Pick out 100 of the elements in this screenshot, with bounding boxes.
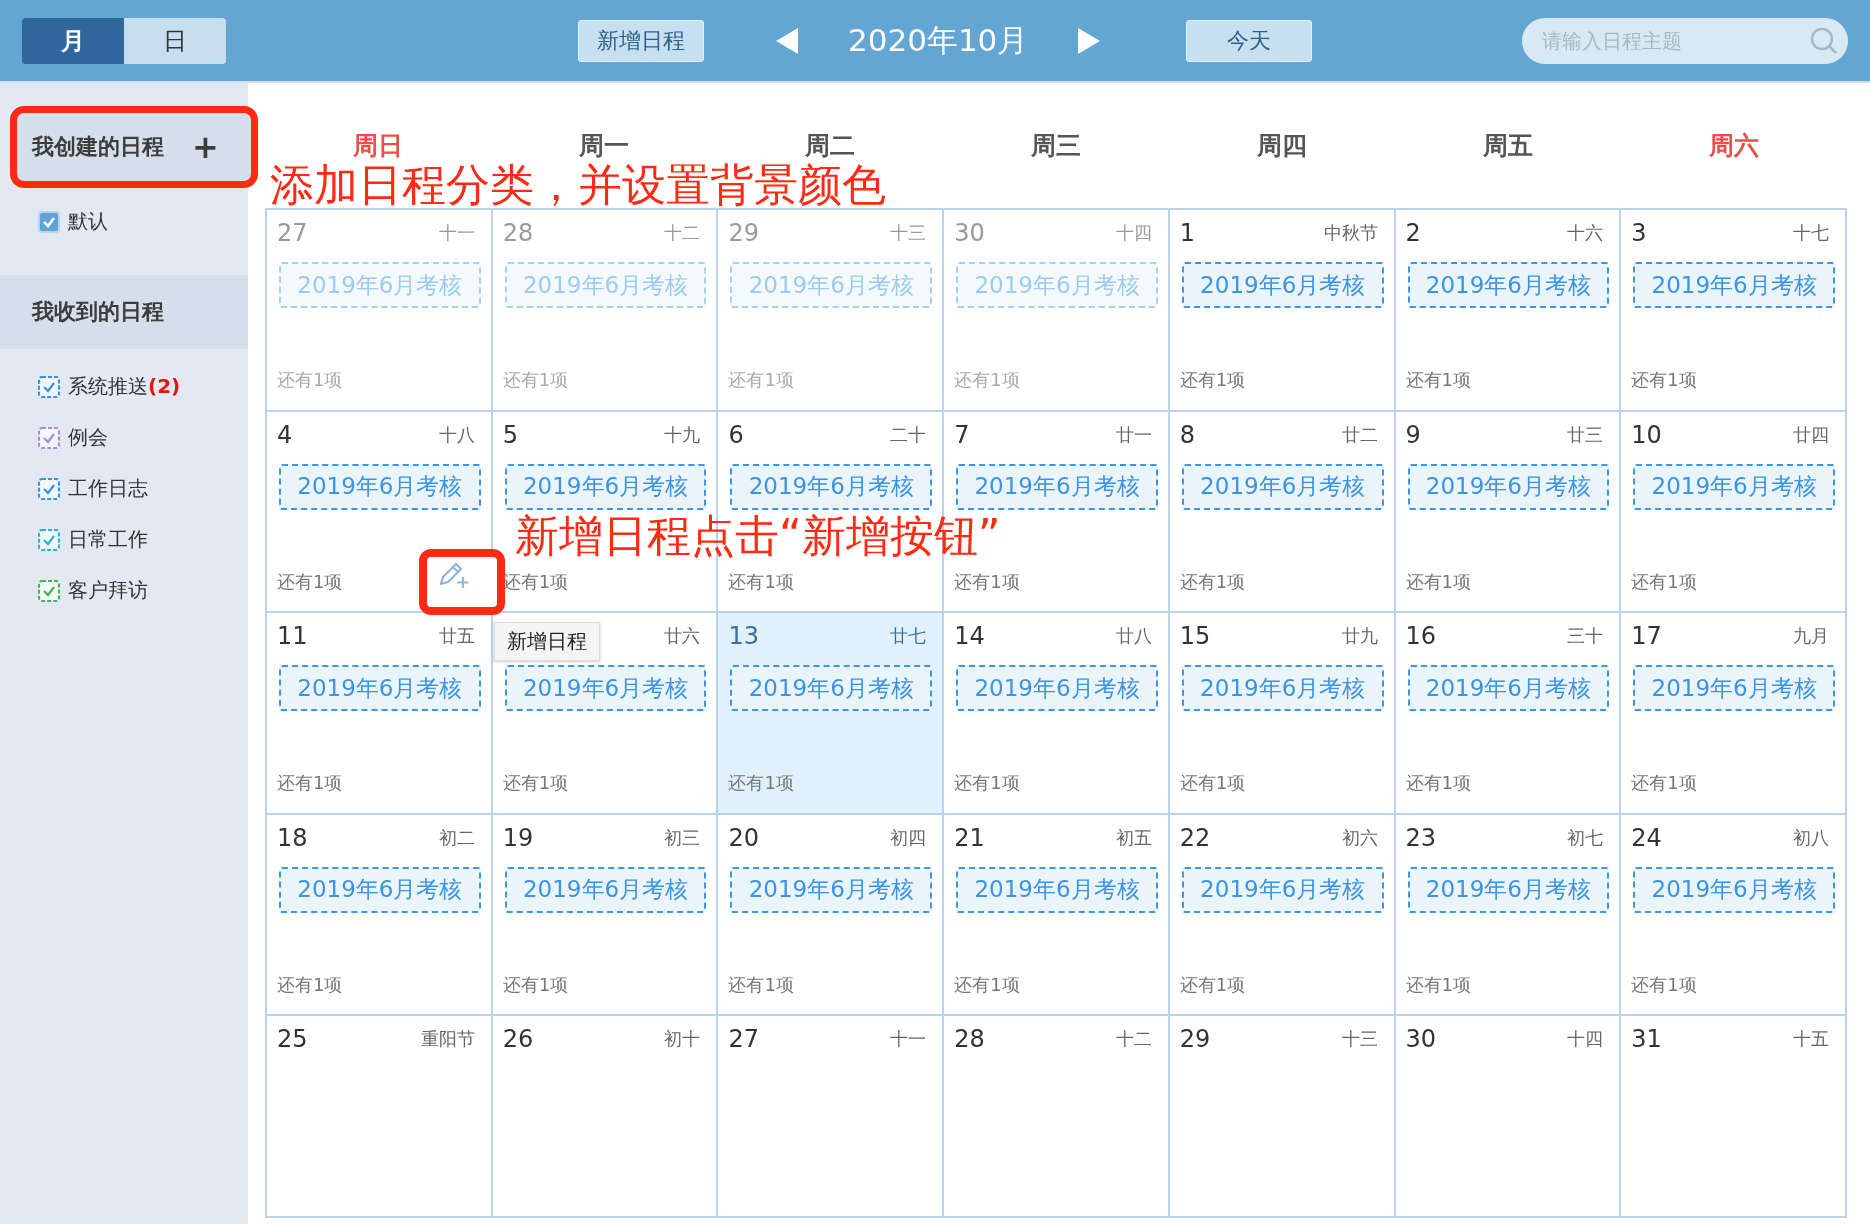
event-chip[interactable]: 2019年6月考核 xyxy=(730,866,933,913)
event-chip[interactable]: 2019年6月考核 xyxy=(279,665,481,712)
category-label[interactable]: 系统推送(2) xyxy=(68,373,181,400)
more-link[interactable]: 还有1项 xyxy=(728,771,794,796)
more-link[interactable]: 还有1项 xyxy=(1179,569,1246,594)
more-link[interactable]: 还有1项 xyxy=(1631,368,1697,392)
checkbox[interactable] xyxy=(38,579,60,602)
lunar-date: 三十 xyxy=(1567,624,1605,649)
pencil-plus-icon[interactable] xyxy=(437,560,471,590)
previous-icon[interactable] xyxy=(776,27,798,54)
view-tab[interactable]: 月 xyxy=(22,17,124,64)
checkbox[interactable] xyxy=(38,528,60,551)
event-chip[interactable]: 2019年6月考核 xyxy=(956,665,1158,712)
checkbox[interactable] xyxy=(38,477,60,500)
day-number: 31 xyxy=(1631,1025,1662,1054)
day-number: 9 xyxy=(1405,420,1421,449)
event-chip[interactable]: 2019年6月考核 xyxy=(1181,665,1384,712)
day-number: 4 xyxy=(277,420,293,449)
lunar-date: 初四 xyxy=(890,825,928,850)
more-link[interactable]: 还有1项 xyxy=(277,569,343,594)
more-link[interactable]: 还有1项 xyxy=(1405,771,1471,796)
checkbox[interactable] xyxy=(38,426,60,449)
more-link[interactable]: 还有1项 xyxy=(954,972,1020,997)
day-number: 19 xyxy=(502,823,534,852)
event-chip[interactable]: 2019年6月考核 xyxy=(504,866,707,913)
more-link[interactable]: 还有1项 xyxy=(1631,569,1697,594)
day-number: 8 xyxy=(1179,420,1196,449)
event-chip[interactable]: 2019年6月考核 xyxy=(504,665,707,712)
more-link[interactable]: 还有1项 xyxy=(1631,771,1697,796)
category-label[interactable]: 默认 xyxy=(68,208,108,235)
more-link[interactable]: 还有1项 xyxy=(1179,771,1246,796)
lunar-date: 十九 xyxy=(664,422,702,447)
lunar-date: 十三 xyxy=(1341,1027,1379,1052)
category-label[interactable]: 工作日志 xyxy=(68,475,148,502)
category-label[interactable]: 日常工作 xyxy=(68,526,148,553)
event-chip[interactable]: 2019年6月考核 xyxy=(956,463,1158,510)
event-chip[interactable]: 2019年6月考核 xyxy=(1181,463,1384,510)
checkbox[interactable] xyxy=(38,210,60,233)
today-cell[interactable]: 13 廿七 2019年6月考核 还有1项 xyxy=(717,612,944,814)
event-chip[interactable]: 2019年6月考核 xyxy=(730,463,933,510)
month-title: 2020年10月 xyxy=(848,20,1029,60)
lunar-date: 十一 xyxy=(438,221,476,245)
next-icon[interactable] xyxy=(1078,27,1101,54)
day-number: 6 xyxy=(728,420,744,449)
event-chip[interactable]: 2019年6月考核 xyxy=(1633,665,1835,712)
lunar-date: 十四 xyxy=(1567,1027,1605,1052)
event-chip[interactable]: 2019年6月考核 xyxy=(956,866,1158,913)
more-link[interactable]: 还有1项 xyxy=(1179,972,1246,997)
event-chip[interactable]: 2019年6月考核 xyxy=(1633,262,1835,308)
more-link[interactable]: 还有1项 xyxy=(1405,569,1471,594)
event-chip[interactable]: 2019年6月考核 xyxy=(504,463,707,510)
view-tab[interactable]: 日 xyxy=(124,17,226,64)
event-chip[interactable]: 2019年6月考核 xyxy=(1407,665,1610,712)
lunar-date: 初六 xyxy=(1341,825,1379,850)
add-schedule-button[interactable]: 新增日程 xyxy=(578,19,704,62)
checkbox[interactable] xyxy=(38,375,60,398)
more-link[interactable]: 还有1项 xyxy=(728,569,794,594)
more-link[interactable]: 还有1项 xyxy=(1179,368,1246,392)
event-chip[interactable]: 2019年6月考核 xyxy=(730,665,933,712)
lunar-date: 廿一 xyxy=(1115,422,1153,447)
more-link[interactable]: 还有1项 xyxy=(277,771,343,796)
more-link[interactable]: 还有1项 xyxy=(1631,972,1697,997)
event-chip[interactable]: 2019年6月考核 xyxy=(279,463,481,510)
more-link[interactable]: 还有1项 xyxy=(1405,972,1471,997)
day-number: 24 xyxy=(1631,823,1662,852)
event-chip[interactable]: 2019年6月考核 xyxy=(1181,866,1384,913)
more-link[interactable]: 还有1项 xyxy=(728,368,794,392)
more-link[interactable]: 还有1项 xyxy=(502,569,569,594)
more-link[interactable]: 还有1项 xyxy=(277,368,343,392)
more-link[interactable]: 还有1项 xyxy=(728,972,794,997)
more-link[interactable]: 还有1项 xyxy=(1405,368,1471,392)
more-link[interactable]: 还有1项 xyxy=(954,569,1020,594)
weekday-label: 周一 xyxy=(578,130,630,162)
day-number: 17 xyxy=(1631,622,1662,651)
search-icon[interactable] xyxy=(1810,26,1838,55)
day-number: 20 xyxy=(728,823,759,852)
more-link[interactable]: 还有1项 xyxy=(502,771,569,796)
event-chip[interactable]: 2019年6月考核 xyxy=(1407,866,1610,913)
day-number: 28 xyxy=(502,219,534,247)
more-link[interactable]: 还有1项 xyxy=(277,972,343,997)
event-chip[interactable]: 2019年6月考核 xyxy=(1633,463,1835,510)
lunar-date: 初二 xyxy=(438,825,476,850)
category-label[interactable]: 客户拜访 xyxy=(68,577,148,604)
event-chip[interactable]: 2019年6月考核 xyxy=(1407,463,1610,510)
event-chip[interactable]: 2019年6月考核 xyxy=(279,866,481,913)
today-button[interactable]: 今天 xyxy=(1186,19,1313,62)
more-link[interactable]: 还有1项 xyxy=(502,368,569,392)
more-link[interactable]: 还有1项 xyxy=(954,771,1020,796)
add-category-button[interactable]: + xyxy=(192,131,219,163)
more-link[interactable]: 还有1项 xyxy=(502,972,569,997)
tooltip: 新增日程 xyxy=(494,622,600,661)
day-number: 1 xyxy=(1179,219,1196,247)
event-chip[interactable]: 2019年6月考核 xyxy=(1181,262,1384,308)
weekday-label: 周六 xyxy=(1708,130,1760,162)
event-chip[interactable]: 2019年6月考核 xyxy=(1633,866,1835,913)
more-link[interactable]: 还有1项 xyxy=(954,368,1020,392)
day-number: 14 xyxy=(954,622,985,651)
event-chip[interactable]: 2019年6月考核 xyxy=(1407,262,1610,308)
category-label[interactable]: 例会 xyxy=(68,424,108,451)
lunar-date: 重阳节 xyxy=(420,1027,476,1052)
